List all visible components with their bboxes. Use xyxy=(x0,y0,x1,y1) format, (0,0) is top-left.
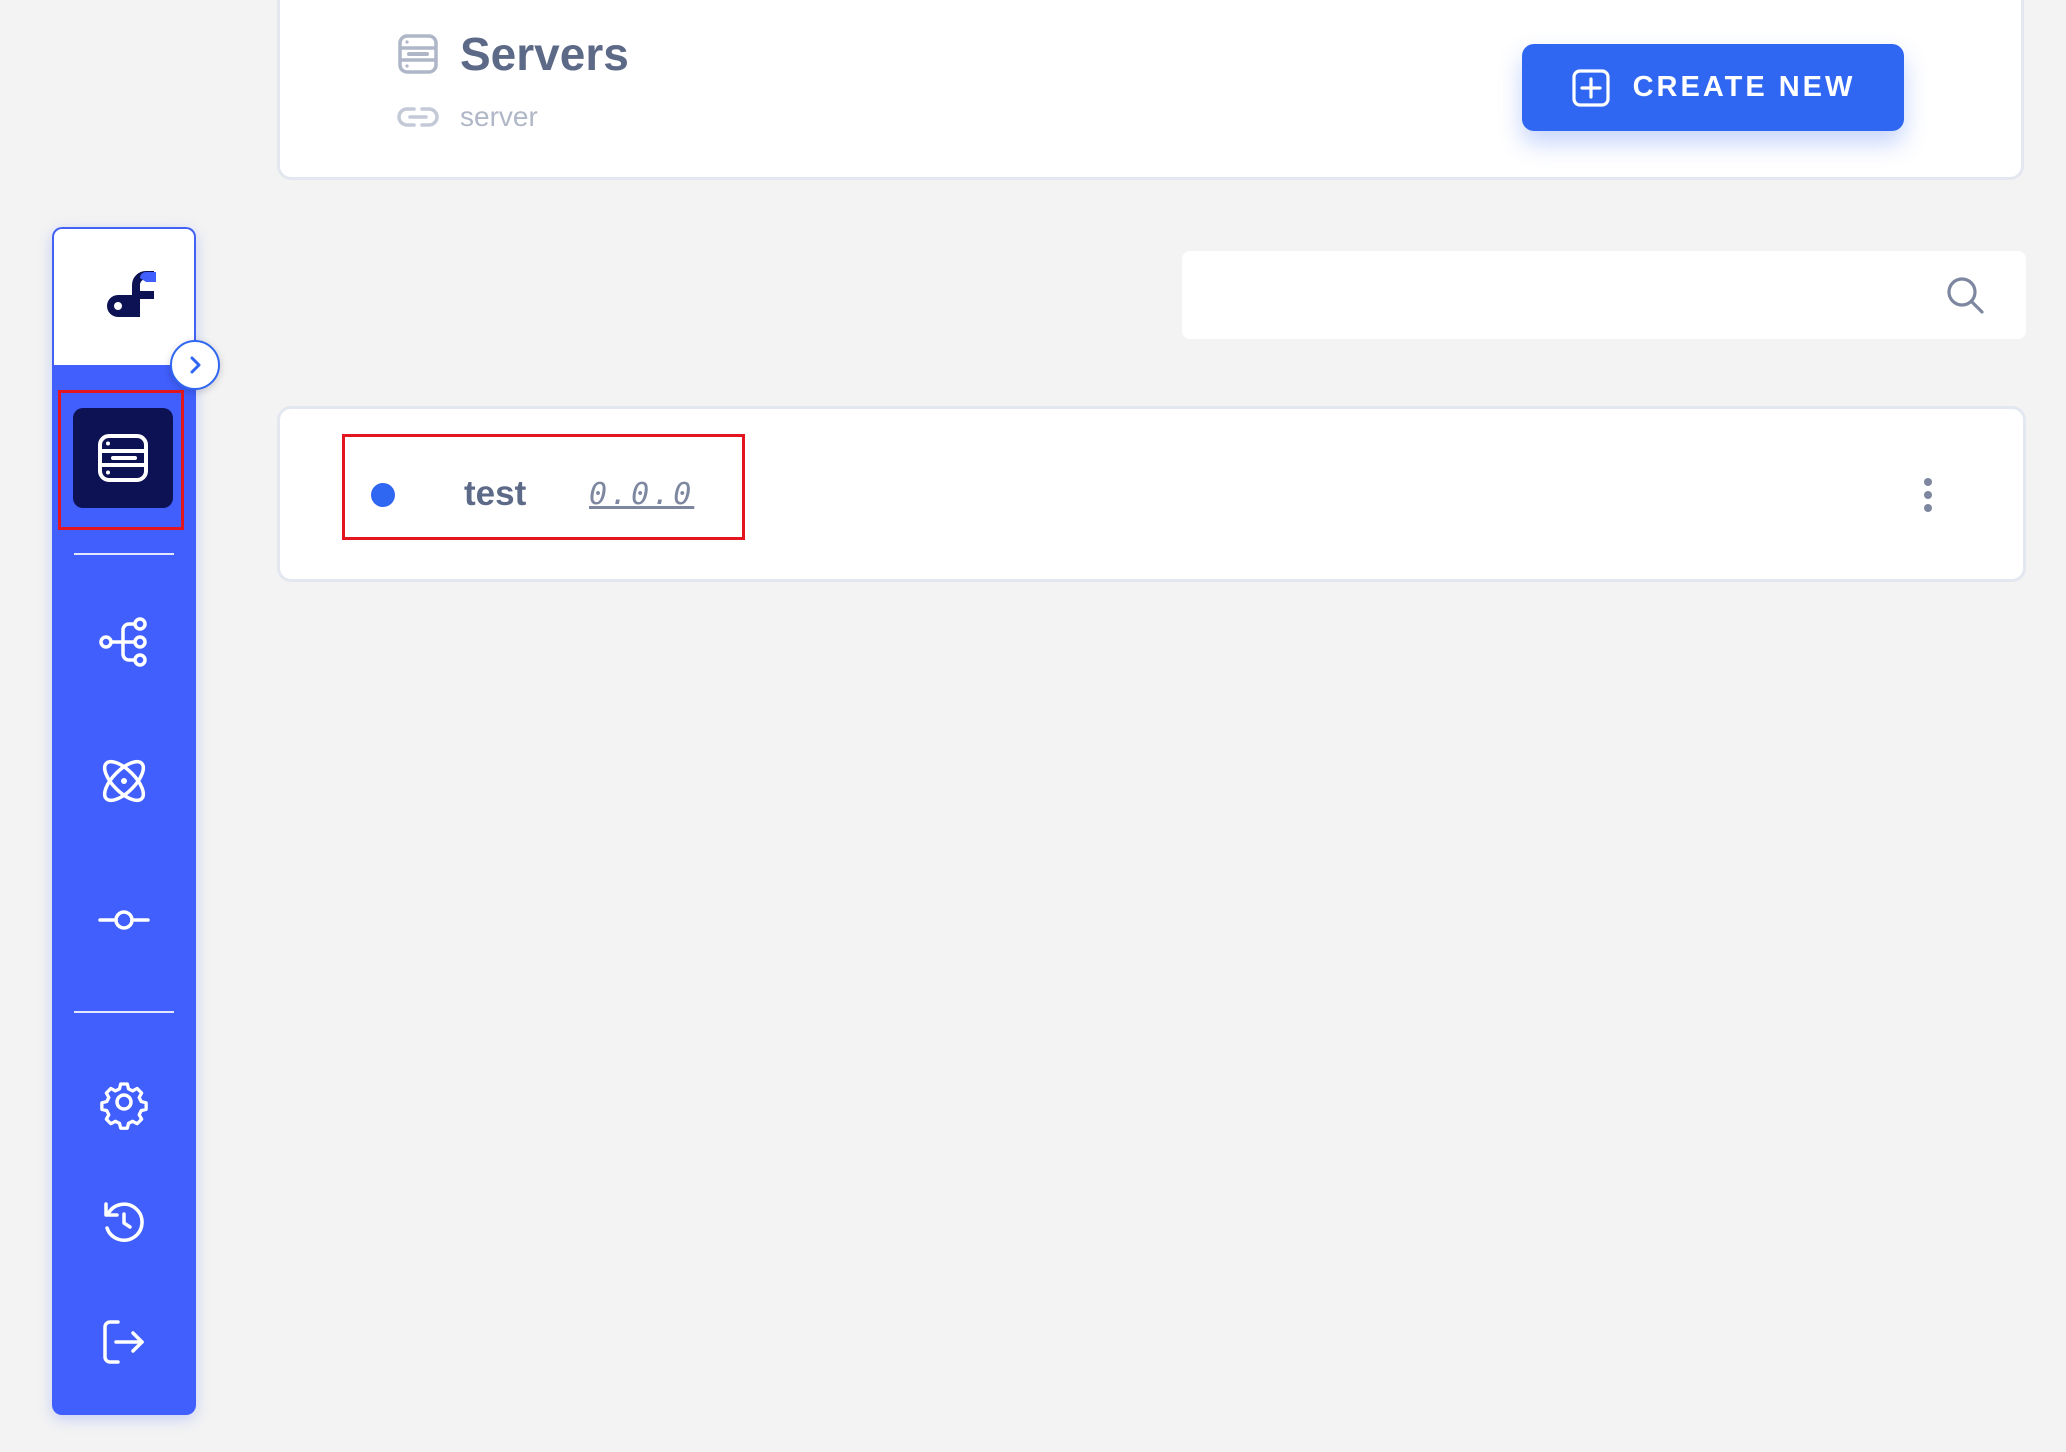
page-slug: server xyxy=(460,101,538,132)
create-new-label: CREATE NEW xyxy=(1632,71,1856,103)
sidebar-logo-area xyxy=(52,227,196,367)
server-version-link[interactable]: 0.0.0 xyxy=(589,475,694,515)
sidebar-divider xyxy=(74,1011,174,1013)
flow-tree-icon xyxy=(99,617,147,667)
search-box xyxy=(1182,251,2026,339)
logout-icon xyxy=(103,1320,144,1364)
gear-icon xyxy=(100,1082,148,1130)
more-options-icon[interactable] xyxy=(1914,470,1942,520)
create-new-button[interactable]: CREATE NEW xyxy=(1522,44,1904,131)
sidebar-item-history[interactable] xyxy=(74,1182,174,1262)
history-icon xyxy=(104,1202,144,1242)
sidebar-expand-button[interactable] xyxy=(170,340,220,390)
chevron-right-icon xyxy=(190,356,201,374)
sidebar-divider xyxy=(74,553,174,555)
plus-square-icon xyxy=(1571,68,1610,107)
sidebar xyxy=(52,227,220,1415)
sidebar-item-components[interactable] xyxy=(74,741,174,821)
atom-icon xyxy=(102,759,146,803)
search-icon[interactable] xyxy=(1944,274,1986,316)
commit-icon xyxy=(98,910,150,930)
server-icon xyxy=(98,434,148,482)
sidebar-item-logout[interactable] xyxy=(74,1302,174,1382)
status-indicator xyxy=(371,483,395,507)
page-title: Servers xyxy=(460,28,629,80)
app-logo-icon[interactable] xyxy=(96,269,158,327)
sidebar-item-settings[interactable] xyxy=(74,1062,174,1142)
sidebar-item-commits[interactable] xyxy=(74,880,174,960)
search-input[interactable] xyxy=(1182,251,1922,339)
sidebar-item-servers[interactable] xyxy=(73,408,173,508)
server-icon xyxy=(398,34,438,74)
link-icon xyxy=(397,107,439,127)
server-name[interactable]: test xyxy=(464,472,526,516)
server-list-card xyxy=(277,406,2026,582)
sidebar-item-flows[interactable] xyxy=(74,602,174,682)
